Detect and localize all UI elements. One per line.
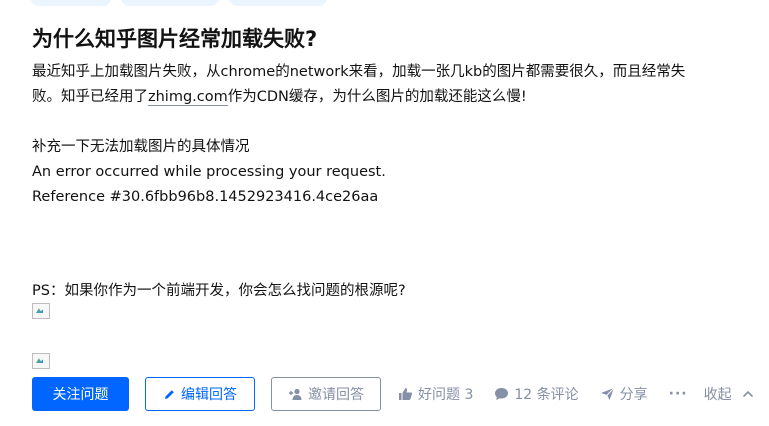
share-button[interactable]: 分享 [600,384,648,404]
add-user-icon [288,388,303,401]
topic-tag[interactable] [30,0,112,6]
paper-plane-icon [600,387,615,401]
supplement-heading: 补充一下无法加载图片的具体情况 [32,139,250,155]
error-message: An error occurred while processing your … [32,164,386,180]
question-action-bar: 关注问题 编辑回答 邀请回答 好问题 3 12 条评论 分享 ··· 收起 [32,377,754,411]
more-options-button[interactable]: ··· [669,386,688,402]
helpful-question-button[interactable]: 好问题 3 [398,384,473,404]
topic-tag[interactable] [120,0,220,6]
comment-bubble-icon [494,387,509,401]
topic-tag[interactable] [228,0,328,6]
invite-answer-label: 邀请回答 [308,386,364,402]
edit-answer-label: 编辑回答 [181,386,237,402]
question-title: 为什么知乎图片经常加载失败? [32,27,318,51]
body-text: 败。知乎已经用了 [32,89,148,105]
pencil-icon [163,388,176,401]
broken-image-icon[interactable] [32,303,50,319]
edit-answer-button[interactable]: 编辑回答 [145,377,255,411]
body-text: 作为CDN缓存，为什么图片的加载还能这么慢! [227,89,527,105]
share-label: 分享 [619,387,648,403]
collapse-button[interactable]: 收起 [704,384,754,404]
ps-note: PS：如果你作为一个前端开发，你会怎么找问题的根源呢? [32,283,406,299]
thumbs-up-icon [398,387,413,401]
body-line: 最近知乎上加载图片失败，从chrome的network来看，加载一张几kb的图片… [32,64,686,80]
broken-image-icon[interactable] [32,353,50,369]
error-reference: Reference #30.6fbb96b8.1452923416.4ce26a… [32,189,379,205]
collapse-label: 收起 [703,387,732,403]
topic-tags [30,0,328,6]
helpful-question-label: 好问题 3 [418,387,474,403]
chevron-up-icon [742,390,754,398]
body-line: 败。知乎已经用了zhimg.com作为CDN缓存，为什么图片的加载还能这么慢! [32,85,722,110]
question-body: 最近知乎上加载图片失败，从chrome的network来看，加载一张几kb的图片… [32,60,722,210]
zhimg-link[interactable]: zhimg.com [148,89,228,106]
comments-button[interactable]: 12 条评论 [494,384,579,404]
invite-answer-button[interactable]: 邀请回答 [271,377,381,411]
follow-question-button[interactable]: 关注问题 [32,377,129,411]
comments-label: 12 条评论 [514,387,579,403]
